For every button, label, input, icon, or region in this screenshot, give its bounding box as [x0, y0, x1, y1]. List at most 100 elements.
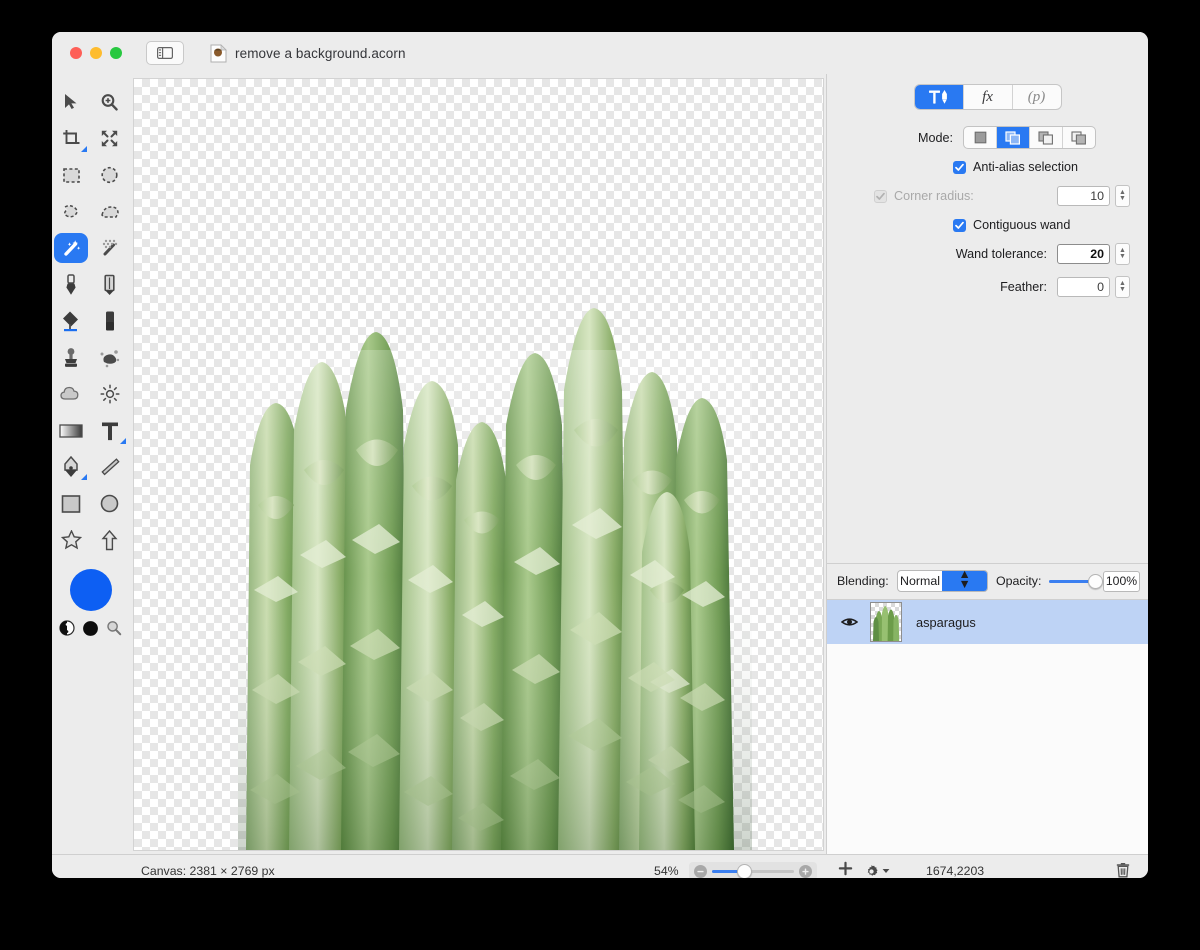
add-layer-button[interactable]: [838, 861, 853, 878]
wand-tolerance-stepper[interactable]: ▲ ▼: [1115, 243, 1130, 265]
text-tool[interactable]: [93, 416, 127, 446]
line-tool[interactable]: [93, 452, 127, 482]
asparagus-image: [238, 308, 752, 850]
rectangle-shape-tool[interactable]: [54, 489, 88, 519]
feather-input[interactable]: 0: [1057, 277, 1110, 297]
clone-stamp-tool[interactable]: [54, 343, 88, 373]
paint-bucket-tool[interactable]: [54, 306, 88, 336]
blending-mode-select[interactable]: Normal ▲ ▼: [896, 568, 988, 592]
gradient-tool[interactable]: [54, 416, 88, 446]
blur-tool[interactable]: [54, 379, 88, 409]
star-shape-tool[interactable]: [54, 525, 88, 555]
transform-tool[interactable]: [93, 124, 127, 154]
half-filled-circle-icon[interactable]: [59, 620, 75, 636]
antialias-checkbox[interactable]: [953, 160, 966, 174]
mode-row: Mode:: [841, 126, 1130, 149]
tool-submenu-indicator[interactable]: [81, 474, 88, 481]
tool-submenu-indicator[interactable]: [81, 145, 88, 152]
pencil-tool[interactable]: [93, 270, 127, 300]
opacity-slider[interactable]: [1049, 573, 1104, 589]
eye-icon[interactable]: [841, 616, 858, 628]
zoom-in-button[interactable]: [799, 864, 812, 878]
zoom-level-label: 54%: [654, 864, 679, 878]
tab-palettes[interactable]: (p): [1013, 85, 1061, 109]
zoom-slider-knob[interactable]: [737, 863, 753, 878]
maximize-window-button[interactable]: [110, 47, 122, 59]
tool-row: [52, 486, 129, 523]
tool-submenu-indicator[interactable]: [119, 437, 126, 444]
diagonal-line-icon: [101, 458, 120, 476]
ellipse-shape-tool[interactable]: [93, 489, 127, 519]
cursor-coordinates: 1674,2203: [926, 864, 985, 878]
rectangular-selection-tool[interactable]: [54, 160, 88, 190]
tab-tool-options[interactable]: [914, 85, 964, 109]
cloud-icon: [60, 387, 79, 400]
antialias-row: Anti-alias selection: [841, 160, 1130, 174]
contiguous-checkbox[interactable]: [953, 218, 966, 232]
corner-radius-checkbox[interactable]: [874, 189, 887, 203]
mode-intersect-selection[interactable]: [1063, 127, 1095, 148]
minimize-window-button[interactable]: [90, 47, 102, 59]
magnifier-icon[interactable]: [106, 620, 122, 636]
instant-alpha-tool[interactable]: [93, 233, 127, 263]
background-color-swatch[interactable]: [82, 620, 99, 637]
opacity-value-input[interactable]: 100%: [1102, 570, 1140, 592]
dodge-burn-tool[interactable]: [93, 379, 127, 409]
up-arrow-icon: [101, 529, 118, 550]
zoom-tool[interactable]: [93, 87, 127, 117]
gradient-icon: [59, 424, 83, 438]
zoom-slider[interactable]: [689, 862, 817, 878]
arrow-cursor-icon: [65, 94, 77, 110]
delete-layer-button[interactable]: [1116, 862, 1130, 879]
layer-actions-menu[interactable]: [864, 864, 890, 879]
mode-subtract-selection[interactable]: [1030, 127, 1063, 148]
lasso-icon: [64, 204, 78, 218]
move-tool[interactable]: [54, 87, 88, 117]
corner-radius-input[interactable]: 10: [1057, 186, 1110, 206]
smudge-splatter-icon: [100, 349, 119, 368]
smudge-tool[interactable]: [93, 343, 127, 373]
brush-tool[interactable]: [54, 270, 88, 300]
intersect-squares-icon: [1071, 130, 1086, 145]
foreground-color-swatch[interactable]: [69, 568, 112, 611]
arrow-shape-tool[interactable]: [93, 525, 127, 555]
antialias-label: Anti-alias selection: [973, 160, 1078, 174]
opacity-slider-knob[interactable]: [1088, 573, 1104, 589]
zoom-out-button[interactable]: [694, 864, 707, 878]
tool-row: [52, 84, 129, 121]
mode-new-selection[interactable]: [964, 127, 997, 148]
crop-tool[interactable]: [54, 124, 88, 154]
close-window-button[interactable]: [70, 47, 82, 59]
mode-label: Mode:: [917, 130, 953, 145]
mode-add-selection[interactable]: [997, 127, 1030, 148]
polygon-lasso-icon: [100, 205, 119, 218]
wand-tolerance-label: Wand tolerance:: [955, 247, 1047, 261]
elliptical-selection-tool[interactable]: [93, 160, 127, 190]
wand-tolerance-input[interactable]: 20: [1057, 244, 1110, 264]
add-squares-icon: [1005, 130, 1021, 145]
plus-circle-icon: [802, 868, 809, 875]
polygon-lasso-tool[interactable]: [93, 197, 127, 227]
magic-wand-tool[interactable]: [54, 233, 89, 264]
corner-radius-stepper[interactable]: ▲ ▼: [1115, 185, 1130, 207]
tool-row: [52, 449, 129, 486]
crop-icon: [62, 130, 80, 145]
tool-row: [52, 230, 129, 267]
zoom-slider-track[interactable]: [712, 863, 794, 878]
lasso-tool[interactable]: [54, 197, 88, 227]
sidebar-toggle-button[interactable]: [146, 41, 184, 65]
tool-row: [52, 340, 129, 377]
layer-row[interactable]: asparagus: [827, 600, 1148, 644]
tool-row: [52, 522, 129, 559]
inspector-filler: [827, 309, 1148, 563]
tab-filters[interactable]: fx: [964, 85, 1013, 109]
magic-wand-dots-icon: [103, 239, 118, 256]
canvas-area[interactable]: [129, 74, 826, 854]
eraser-tool[interactable]: [93, 306, 127, 336]
checkmark-icon: [876, 192, 885, 200]
feather-stepper[interactable]: ▲ ▼: [1115, 276, 1130, 298]
opacity-label: Opacity:: [995, 574, 1042, 588]
inspector-panel: fx (p) Mode: Anti-alias selection Corner…: [826, 74, 1148, 854]
image-canvas[interactable]: [133, 78, 824, 851]
bezier-pen-tool[interactable]: [54, 452, 88, 482]
